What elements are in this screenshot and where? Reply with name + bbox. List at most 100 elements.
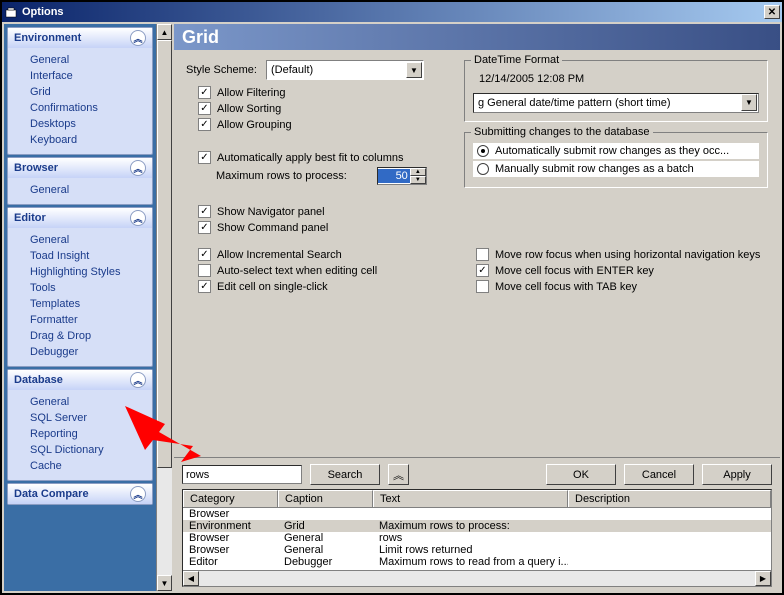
options-window: Options ✕ Environment ︽ General Interfac…: [0, 0, 784, 595]
table-cell: [568, 544, 771, 556]
radio-icon[interactable]: [477, 145, 489, 157]
sidebar-item-editor-general[interactable]: General: [8, 232, 152, 248]
style-scheme-select[interactable]: (Default) ▼: [266, 60, 424, 80]
checkbox[interactable]: ✓: [198, 151, 211, 164]
table-row[interactable]: EnvironmentGridMaximum rows to process:: [183, 520, 771, 532]
checkbox[interactable]: ✓: [198, 102, 211, 115]
sidebar-item-confirmations[interactable]: Confirmations: [8, 100, 152, 116]
radio-icon[interactable]: [477, 163, 489, 175]
col-category[interactable]: Category: [183, 490, 278, 507]
checkbox[interactable]: ✓: [198, 248, 211, 261]
chevron-up-icon[interactable]: ︽: [130, 486, 146, 502]
cancel-button[interactable]: Cancel: [624, 464, 694, 485]
sidebar-scrollbar[interactable]: ▲ ▼: [156, 24, 172, 591]
search-button[interactable]: Search: [310, 464, 380, 485]
chevron-down-icon[interactable]: ▼: [406, 62, 422, 78]
spin-up-icon[interactable]: ▲: [410, 168, 426, 176]
sidebar-item-highlighting[interactable]: Highlighting Styles: [8, 264, 152, 280]
sidebar-item-sql-server[interactable]: SQL Server: [8, 410, 152, 426]
table-cell: Browser: [183, 532, 278, 544]
table-cell: Editor: [183, 556, 278, 568]
sidebar-item-cache[interactable]: Cache: [8, 458, 152, 474]
checkbox[interactable]: ✓: [198, 205, 211, 218]
ok-button[interactable]: OK: [546, 464, 616, 485]
radio-manual-submit[interactable]: Manually submit row changes as a batch: [473, 161, 759, 177]
col-description[interactable]: Description: [568, 490, 771, 507]
chevron-up-icon[interactable]: ︽: [130, 372, 146, 388]
scroll-right-icon[interactable]: ▶: [755, 571, 771, 586]
checkbox[interactable]: [476, 280, 489, 293]
scroll-up-icon[interactable]: ▲: [157, 24, 172, 40]
panel-header-environment[interactable]: Environment ︽: [8, 28, 152, 48]
sidebar-item-desktops[interactable]: Desktops: [8, 116, 152, 132]
table-cell: Browser: [183, 544, 278, 556]
sidebar-item-general[interactable]: General: [8, 52, 152, 68]
titlebar[interactable]: Options ✕: [2, 2, 782, 22]
collapse-button[interactable]: ︽: [388, 464, 409, 485]
auto-fit-label: Automatically apply best fit to columns: [217, 152, 403, 164]
checkbox[interactable]: ✓: [476, 264, 489, 277]
table-row[interactable]: Browser: [183, 508, 771, 520]
table-row[interactable]: EditorDebuggerMaximum rows to read from …: [183, 556, 771, 568]
panel-title: Environment: [14, 32, 81, 44]
scroll-thumb[interactable]: [157, 40, 172, 468]
table-cell: rows: [373, 532, 568, 544]
radio-manual-label: Manually submit row changes as a batch: [495, 163, 694, 175]
sidebar-item-interface[interactable]: Interface: [8, 68, 152, 84]
table-row[interactable]: BrowserGeneralLimit rows returned: [183, 544, 771, 556]
table-cell: [568, 532, 771, 544]
edit-single-click-label: Edit cell on single-click: [217, 281, 328, 293]
sidebar-item-tools[interactable]: Tools: [8, 280, 152, 296]
table-cell: Maximum rows to process:: [373, 520, 568, 532]
col-caption[interactable]: Caption: [278, 490, 373, 507]
sidebar-item-debugger[interactable]: Debugger: [8, 344, 152, 360]
panel-header-editor[interactable]: Editor ︽: [8, 208, 152, 228]
table-cell: [568, 508, 771, 520]
table-cell: Limit rows returned: [373, 544, 568, 556]
results-hscroll[interactable]: ◀ ▶: [183, 570, 771, 586]
move-row-horiz-label: Move row focus when using horizontal nav…: [495, 249, 760, 261]
chevron-up-icon[interactable]: ︽: [130, 30, 146, 46]
sidebar-item-grid[interactable]: Grid: [8, 84, 152, 100]
sidebar-item-formatter[interactable]: Formatter: [8, 312, 152, 328]
datetime-group-title: DateTime Format: [471, 54, 562, 66]
sidebar-item-toad-insight[interactable]: Toad Insight: [8, 248, 152, 264]
sidebar-item-browser-general[interactable]: General: [8, 182, 152, 198]
checkbox[interactable]: ✓: [198, 280, 211, 293]
search-input[interactable]: [182, 465, 302, 484]
max-rows-label: Maximum rows to process:: [216, 170, 347, 182]
col-text[interactable]: Text: [373, 490, 568, 507]
checkbox[interactable]: [476, 248, 489, 261]
close-button[interactable]: ✕: [764, 5, 780, 19]
datetime-format-select[interactable]: g General date/time pattern (short time)…: [473, 93, 759, 113]
show-navigator-label: Show Navigator panel: [217, 206, 325, 218]
datetime-sample: 12/14/2005 12:08 PM: [473, 71, 759, 93]
panel-header-browser[interactable]: Browser ︽: [8, 158, 152, 178]
table-row[interactable]: BrowserGeneralrows: [183, 532, 771, 544]
sidebar-item-sql-dictionary[interactable]: SQL Dictionary: [8, 442, 152, 458]
chevron-up-icon[interactable]: ︽: [130, 160, 146, 176]
chevron-down-icon[interactable]: ▼: [741, 94, 757, 111]
sidebar-item-reporting[interactable]: Reporting: [8, 426, 152, 442]
sidebar-item-templates[interactable]: Templates: [8, 296, 152, 312]
sidebar-item-keyboard[interactable]: Keyboard: [8, 132, 152, 148]
scroll-down-icon[interactable]: ▼: [157, 575, 172, 591]
spin-down-icon[interactable]: ▼: [410, 176, 426, 184]
panel-header-database[interactable]: Database ︽: [8, 370, 152, 390]
results-body[interactable]: BrowserEnvironmentGridMaximum rows to pr…: [183, 508, 771, 570]
sidebar-item-db-general[interactable]: General: [8, 394, 152, 410]
style-scheme-label: Style Scheme:: [186, 64, 266, 76]
checkbox[interactable]: ✓: [198, 221, 211, 234]
checkbox[interactable]: ✓: [198, 118, 211, 131]
sidebar-item-drag-drop[interactable]: Drag & Drop: [8, 328, 152, 344]
scroll-left-icon[interactable]: ◀: [183, 571, 199, 586]
checkbox[interactable]: ✓: [198, 86, 211, 99]
max-rows-input[interactable]: [378, 169, 410, 183]
panel-data-compare: Data Compare ︽: [7, 483, 153, 505]
max-rows-spinner[interactable]: ▲▼: [377, 167, 427, 185]
radio-auto-submit[interactable]: Automatically submit row changes as they…: [473, 143, 759, 159]
apply-button[interactable]: Apply: [702, 464, 772, 485]
chevron-up-icon[interactable]: ︽: [130, 210, 146, 226]
checkbox[interactable]: [198, 264, 211, 277]
panel-header-data-compare[interactable]: Data Compare ︽: [8, 484, 152, 504]
